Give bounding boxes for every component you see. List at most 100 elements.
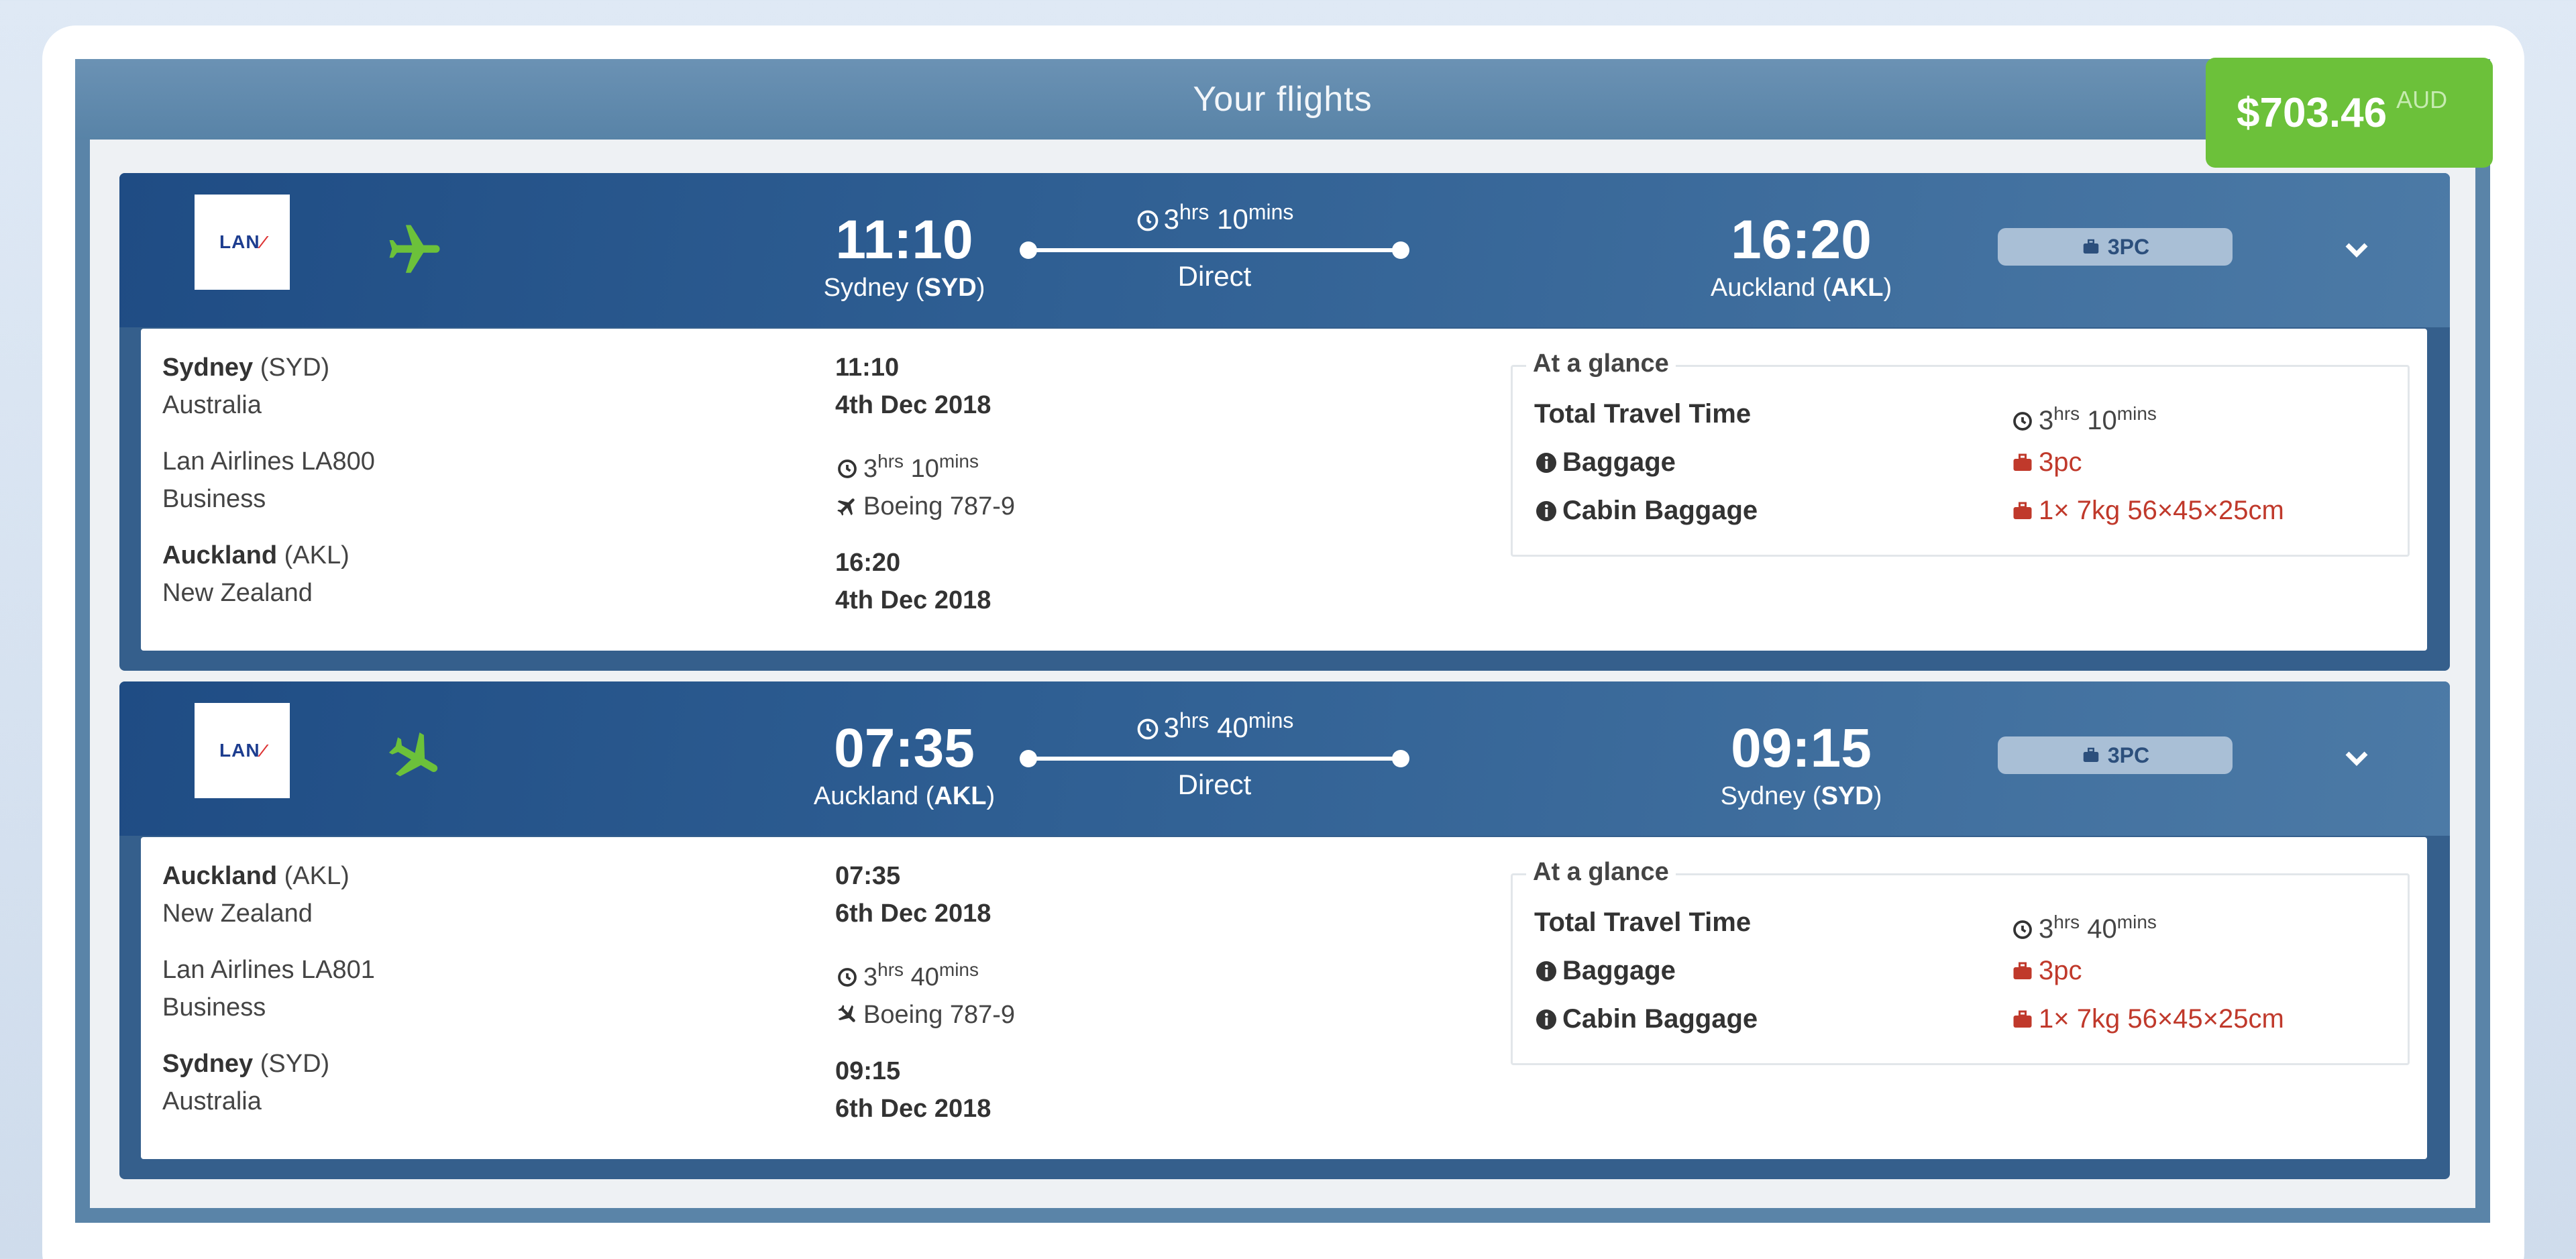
- departure-time: 07:35: [834, 718, 975, 779]
- aircraft-name: Boeing 787-9: [863, 1001, 1016, 1029]
- expand-toggle[interactable]: [2333, 227, 2380, 274]
- glance-baggage-row: Baggage 3pc: [1534, 950, 2400, 991]
- arrival-time: 16:20: [1731, 209, 1872, 270]
- suitcase-icon: [2083, 239, 2099, 254]
- info-icon: [1536, 453, 1556, 473]
- airline-logo-text: LAN: [219, 231, 260, 252]
- stops-label: Direct: [1177, 260, 1252, 292]
- from-city: Sydney: [162, 353, 254, 382]
- baggage-pill: 3PC: [1998, 228, 2233, 266]
- aircraft-detail: Boeing 787-9: [835, 996, 1439, 1034]
- glance-cabin-value: 1× 7kg 56×45×25cm: [2010, 490, 2284, 531]
- route-duration: 3hrs 40mins: [1025, 702, 1404, 747]
- info-icon: [1536, 961, 1556, 981]
- glance-travel-time-label: Total Travel Time: [1534, 908, 1752, 937]
- details-middle-column: 11:10 4th Dec 2018 3hrs 10mins Boeing 78…: [835, 349, 1439, 619]
- from-line: Auckland (AKL): [162, 857, 766, 895]
- to-country: Australia: [162, 1087, 262, 1115]
- departure-code: SYD: [924, 274, 977, 302]
- duration-hours: 3: [1163, 203, 1179, 235]
- route-dot-end: [1392, 750, 1409, 767]
- duration-detail-mins-unit: mins: [938, 451, 979, 472]
- glance-baggage-value-text: 3pc: [2039, 956, 2082, 985]
- arrival-city: Sydney: [1720, 782, 1806, 810]
- flight-leg-return: LAN ⁄ 07:35 Auckland (AKL) 3hrs 40mins Di…: [119, 681, 2450, 1179]
- glance-travel-time-row: Total Travel Time 3hrs 10mins: [1534, 394, 2400, 435]
- baggage-pill-label: 3PC: [2107, 743, 2150, 767]
- glance-cabin-label-text: Cabin Baggage: [1562, 496, 1758, 525]
- glance-cabin-value-text: 1× 7kg 56×45×25cm: [2039, 1004, 2284, 1034]
- duration-detail-hrs-unit: hrs: [877, 451, 904, 472]
- aircraft-detail: Boeing 787-9: [835, 488, 1439, 525]
- price-badge: $703.46 AUD: [2206, 58, 2493, 168]
- aircraft-name: Boeing 787-9: [863, 492, 1016, 521]
- panel-title: Your flights: [1193, 80, 1373, 119]
- route-line: [1025, 248, 1404, 252]
- route-summary: 3hrs 40mins Direct: [1020, 702, 1409, 809]
- glance-minutes: 40: [2087, 914, 2117, 944]
- glance-mins-unit: mins: [2116, 403, 2157, 424]
- glance-mins-unit: mins: [2116, 912, 2157, 932]
- glance-cabin-value: 1× 7kg 56×45×25cm: [2010, 999, 2284, 1039]
- plane-icon: [388, 732, 438, 777]
- glance-travel-time-row: Total Travel Time 3hrs 40mins: [1534, 902, 2400, 944]
- departure-code: AKL: [934, 782, 987, 810]
- info-icon: [1536, 1009, 1556, 1030]
- to-line: Auckland (AKL): [162, 537, 766, 574]
- from-code: (AKL): [284, 862, 350, 890]
- chevron-down-icon: [2345, 243, 2368, 258]
- plane-icon: [838, 1005, 855, 1022]
- arr-date-detail: 4th Dec 2018: [835, 586, 991, 614]
- flight-number: Lan Airlines LA800: [162, 447, 375, 476]
- duration-detail-hours: 3: [863, 455, 878, 483]
- details-left-column: Sydney (SYD) Australia Lan Airlines LA80…: [162, 349, 766, 612]
- leg-header[interactable]: LAN ⁄ 11:10 Sydney (SYD) 3hrs 10mins Dire…: [119, 173, 2450, 327]
- stops-label: Direct: [1177, 769, 1252, 800]
- dep-time-detail: 11:10: [835, 353, 900, 382]
- expand-toggle[interactable]: [2333, 735, 2380, 782]
- glance-hrs-unit: hrs: [2053, 403, 2080, 424]
- arrival-block: 16:20 Auckland (AKL): [1667, 208, 1935, 303]
- info-icon: [1536, 501, 1556, 521]
- dep-date-detail: 4th Dec 2018: [835, 391, 991, 419]
- at-a-glance-box: At a glance Total Travel Time 3hrs 10min…: [1511, 349, 2410, 557]
- glance-travel-time-value: 3hrs 10mins: [2010, 394, 2157, 441]
- from-code: (SYD): [260, 353, 330, 382]
- glance-hrs-unit: hrs: [2053, 912, 2080, 932]
- dep-date-detail: 6th Dec 2018: [835, 899, 991, 928]
- glance-hours: 3: [2039, 914, 2054, 944]
- departure-city: Auckland: [813, 782, 919, 810]
- from-line: Sydney (SYD): [162, 349, 766, 386]
- route-duration: 3hrs 10mins: [1025, 193, 1404, 238]
- airline-logo: LAN ⁄: [195, 195, 290, 290]
- suitcase-icon: [2083, 747, 2099, 762]
- duration-detail: 3hrs 40mins: [835, 951, 1439, 996]
- departure-block: 07:35 Auckland (AKL): [770, 716, 1038, 812]
- hrs-unit: hrs: [1179, 200, 1210, 224]
- glance-travel-time-label: Total Travel Time: [1534, 399, 1752, 429]
- to-city: Sydney: [162, 1050, 254, 1078]
- arr-time-detail: 09:15: [835, 1057, 901, 1085]
- suitcase-icon: [2013, 962, 2032, 979]
- clock-icon: [1137, 718, 1158, 740]
- panel-header: Your flights: [75, 59, 2490, 140]
- flight-number: Lan Airlines LA801: [162, 956, 375, 984]
- route-line: [1025, 757, 1404, 761]
- cabin-class: Business: [162, 993, 266, 1022]
- from-city: Auckland: [162, 862, 278, 890]
- leg-header[interactable]: LAN ⁄ 07:35 Auckland (AKL) 3hrs 40mins Di…: [119, 681, 2450, 836]
- departure-time: 11:10: [835, 209, 973, 270]
- duration-detail-minutes: 40: [910, 963, 939, 991]
- duration-minutes: 40: [1217, 712, 1248, 743]
- suitcase-icon: [2013, 453, 2032, 471]
- departure-place: Auckland (AKL): [813, 782, 996, 810]
- duration-hours: 3: [1163, 712, 1179, 743]
- clock-icon: [1137, 210, 1158, 231]
- dep-time-detail: 07:35: [835, 862, 901, 890]
- route-dot-end: [1392, 241, 1409, 259]
- arrival-code: AKL: [1831, 274, 1884, 302]
- glance-baggage-label: Baggage: [1534, 950, 1676, 991]
- glance-baggage-label-text: Baggage: [1562, 956, 1676, 985]
- to-country: New Zealand: [162, 579, 313, 607]
- suitcase-icon: [2013, 1010, 2032, 1028]
